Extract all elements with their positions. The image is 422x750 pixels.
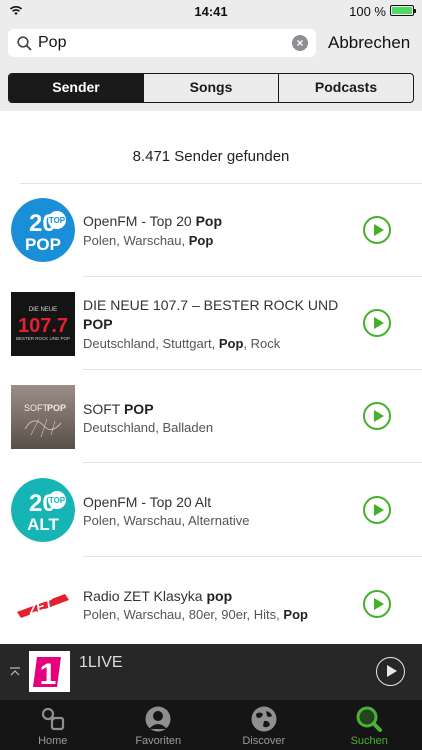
tab-home[interactable]: Home <box>0 700 106 750</box>
station-row[interactable]: ZET Radio ZET Klasyka pop Polen, Warscha… <box>0 557 422 650</box>
header-area: 14:41 100 % Pop × Abbrechen Sender Songs… <box>0 0 422 111</box>
station-artwork: 1 <box>29 651 70 692</box>
segmented-control: Sender Songs Podcasts <box>8 73 414 103</box>
clear-search-icon[interactable]: × <box>292 35 308 51</box>
player-play-button[interactable] <box>376 657 405 686</box>
station-tags: Polen, Warschau, Pop <box>83 233 214 248</box>
tab-bar: Home Favoriten Discover Suchen <box>0 700 422 750</box>
favorites-icon <box>145 706 171 732</box>
station-row[interactable]: 20 TOP POP OpenFM - Top 20 Pop Polen, Wa… <box>0 184 422 277</box>
station-title: OpenFM - Top 20 Pop <box>83 213 223 229</box>
svg-text:TOP: TOP <box>49 496 66 505</box>
tab-label: Suchen <box>350 735 388 747</box>
cancel-button[interactable]: Abbrechen <box>328 33 410 53</box>
station-tags: Deutschland, Balladen <box>83 420 214 435</box>
svg-text:POP: POP <box>25 235 61 254</box>
station-row[interactable]: SOFT POP SOFT POP Deutschland, Balladen <box>0 370 422 463</box>
svg-text:SOFT: SOFT <box>24 403 49 413</box>
svg-text:BESTER ROCK UND POP: BESTER ROCK UND POP <box>16 336 70 341</box>
play-button[interactable] <box>363 309 391 337</box>
station-title: DIE NEUE 107.7 – BESTER ROCK UND POP <box>83 297 339 332</box>
home-icon <box>41 707 64 731</box>
station-title: Radio ZET Klasyka pop <box>83 588 233 604</box>
station-tags: Polen, Warschau, 80er, 90er, Hits, Pop <box>83 607 308 622</box>
station-tags: Polen, Warschau, Alternative <box>83 513 250 528</box>
battery-icon <box>390 5 416 16</box>
svg-text:POP: POP <box>47 403 66 413</box>
results-count: 8.471 Sender gefunden <box>132 148 290 165</box>
now-playing-station: 1LIVE <box>79 654 123 671</box>
play-button[interactable] <box>363 216 391 244</box>
expand-icon[interactable] <box>9 666 21 678</box>
station-title: OpenFM - Top 20 Alt <box>83 494 212 510</box>
play-button[interactable] <box>363 496 391 524</box>
station-logo: 20 TOP ALT <box>11 478 75 542</box>
svg-text:107.7: 107.7 <box>18 315 68 337</box>
station-row[interactable]: 20 TOP ALT OpenFM - Top 20 Alt Polen, Wa… <box>0 463 422 556</box>
station-logo: SOFT POP <box>11 385 75 449</box>
status-bar: 14:41 100 % <box>0 0 422 22</box>
tab-discover[interactable]: Discover <box>211 700 317 750</box>
battery-percent: 100 % <box>349 4 386 19</box>
station-logo: 20 TOP POP <box>11 198 75 262</box>
svg-text:1: 1 <box>40 658 57 691</box>
station-row[interactable]: DIE NEUE 107.7 BESTER ROCK UND POP DIE N… <box>0 277 422 370</box>
station-tags: Deutschland, Stuttgart, Pop, Rock <box>83 336 281 351</box>
search-field[interactable]: Pop × <box>8 29 316 57</box>
tab-label: Discover <box>242 735 286 747</box>
segment-songs[interactable]: Songs <box>143 74 278 102</box>
globe-icon <box>251 706 277 732</box>
segment-sender[interactable]: Sender <box>9 74 143 102</box>
tab-label: Favoriten <box>135 735 182 747</box>
magnifier-icon <box>17 36 32 51</box>
station-logo: ZET <box>11 572 75 636</box>
tab-label: Home <box>38 735 68 747</box>
play-button[interactable] <box>363 590 391 618</box>
svg-text:ALT: ALT <box>27 515 59 534</box>
svg-text:DIE NEUE: DIE NEUE <box>29 307 57 313</box>
station-logo: DIE NEUE 107.7 BESTER ROCK UND POP <box>11 292 75 356</box>
search-input[interactable]: Pop <box>38 34 66 52</box>
mini-player[interactable]: 1 1LIVE <box>0 644 422 700</box>
play-button[interactable] <box>363 402 391 430</box>
tab-favoriten[interactable]: Favoriten <box>106 700 212 750</box>
tab-suchen[interactable]: Suchen <box>317 700 422 750</box>
station-title: SOFT POP <box>83 401 154 417</box>
svg-text:TOP: TOP <box>49 216 66 225</box>
search-icon <box>356 706 383 732</box>
segment-podcasts[interactable]: Podcasts <box>278 74 413 102</box>
